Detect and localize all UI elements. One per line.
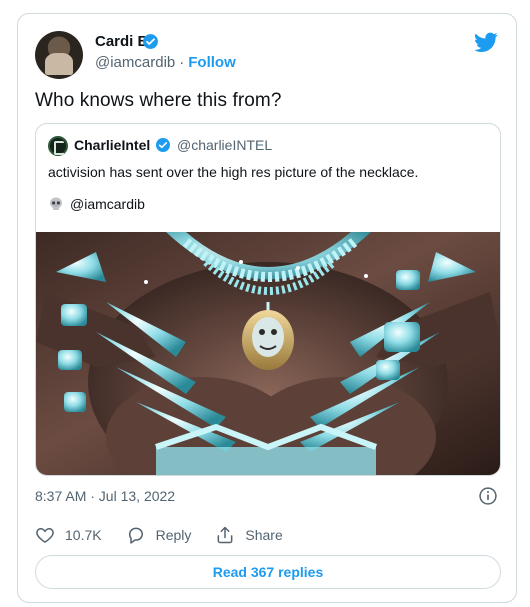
like-count: 10.7K — [65, 527, 102, 543]
skull-icon — [50, 197, 62, 210]
quote-text: activision has sent over the high res pi… — [48, 164, 419, 180]
quote-author-handle: @charlieINTEL — [177, 137, 273, 153]
like-button[interactable]: 10.7K — [35, 525, 102, 545]
info-icon[interactable] — [478, 486, 498, 506]
verified-badge-icon — [143, 34, 158, 49]
author-name[interactable]: Cardi B — [95, 33, 148, 50]
quote-mention-row: @iamcardib — [48, 196, 145, 212]
tweet-card: Cardi B @iamcardib · Follow Who knows wh… — [17, 13, 517, 603]
twitter-bird-icon[interactable] — [474, 30, 498, 54]
reply-bubble-icon — [128, 527, 143, 544]
heart-icon — [36, 527, 54, 543]
quote-author-avatar — [48, 136, 68, 156]
handle-separator: · — [179, 54, 185, 71]
author-handle-row: @iamcardib · Follow — [95, 54, 236, 71]
share-icon — [217, 526, 233, 544]
reply-label: Reply — [155, 527, 192, 543]
reply-button[interactable]: Reply — [126, 525, 192, 545]
author-avatar[interactable] — [35, 31, 83, 79]
quote-author-name: CharlieIntel — [74, 137, 151, 153]
quote-mention[interactable]: @iamcardib — [70, 196, 145, 212]
follow-button[interactable]: Follow — [188, 54, 236, 71]
share-button[interactable]: Share — [215, 525, 283, 545]
tweet-timestamp[interactable]: 8:37 AM · Jul 13, 2022 — [35, 488, 175, 504]
quoted-tweet[interactable]: CharlieIntel @charlieINTEL activision ha… — [35, 123, 501, 476]
tweet-text: Who knows where this from? — [35, 90, 282, 111]
tweet-actions: 10.7K Reply Share — [35, 525, 283, 545]
necklace-photo[interactable] — [36, 232, 500, 476]
share-label: Share — [245, 527, 283, 543]
quote-verified-badge-icon — [156, 138, 170, 152]
read-replies-button[interactable]: Read 367 replies — [35, 555, 501, 589]
author-handle[interactable]: @iamcardib — [95, 54, 175, 71]
